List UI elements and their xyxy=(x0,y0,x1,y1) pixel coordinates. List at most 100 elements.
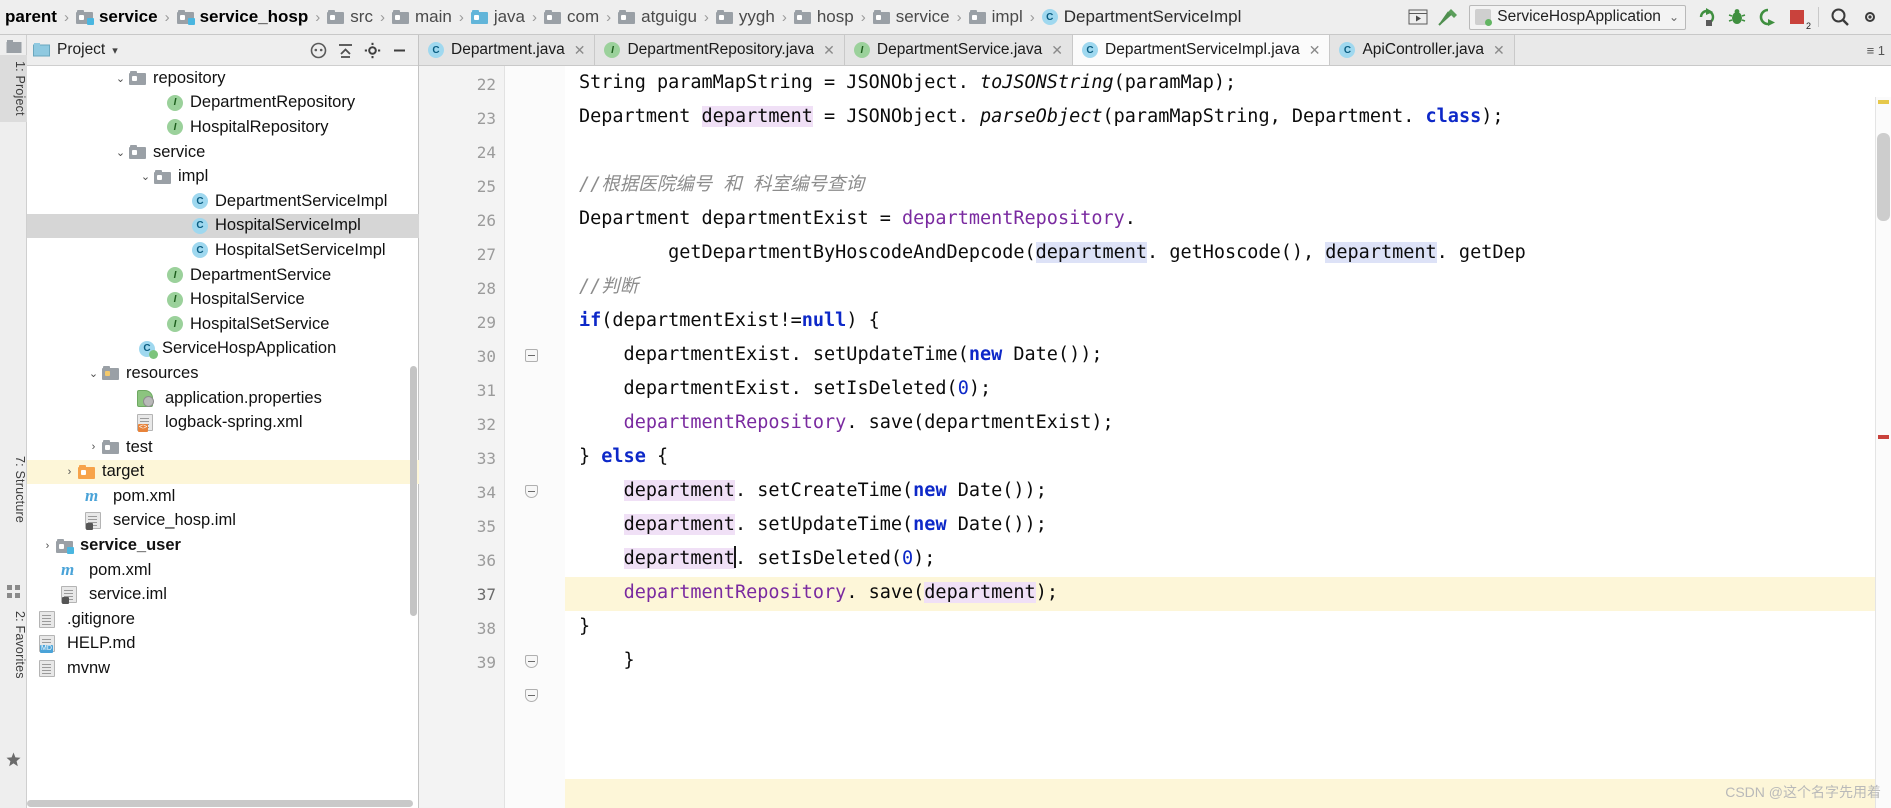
tree-node-repository[interactable]: ⌄ repository xyxy=(27,66,419,91)
tree-node-help-md[interactable]: MD HELP.md xyxy=(27,632,419,657)
structure-grid-icon[interactable] xyxy=(0,580,27,604)
tree-node-service[interactable]: ⌄ service xyxy=(27,140,419,165)
code-line-27[interactable]: getDepartmentByHoscodeAndDepcode(departm… xyxy=(565,236,1891,270)
code-text[interactable]: String paramMapString = JSONObject. toJS… xyxy=(565,66,1891,808)
project-tree-scrollbar[interactable] xyxy=(409,66,418,808)
editor-tab-overflow[interactable]: ≡ 1 xyxy=(1861,35,1891,65)
tree-node-logback-spring-xml[interactable]: <> logback-spring.xml xyxy=(27,410,419,435)
warning-marker[interactable] xyxy=(1878,100,1889,104)
favorites-star-icon[interactable] xyxy=(0,747,27,772)
tree-node-test[interactable]: › test xyxy=(27,435,419,460)
code-line-31[interactable]: departmentExist. setIsDeleted(0); xyxy=(565,372,1891,406)
tree-node-departmentserviceimpl[interactable]: C DepartmentServiceImpl xyxy=(27,189,419,214)
chevron-down-icon[interactable]: ⌄ xyxy=(112,146,129,159)
code-line-36[interactable]: department. setIsDeleted(0); xyxy=(565,542,1891,576)
editor-tab-departmentserviceimpl-java[interactable]: C DepartmentServiceImpl.java ✕ xyxy=(1073,35,1331,65)
editor-tab-department-java[interactable]: C Department.java ✕ xyxy=(419,35,596,65)
tree-node-pom-xml-hosp[interactable]: m pom.xml xyxy=(27,484,419,509)
breadcrumb-item-service2[interactable]: service xyxy=(870,0,953,35)
tree-node-hospitalrepository[interactable]: I HospitalRepository xyxy=(27,115,419,140)
chevron-down-icon[interactable]: ⌄ xyxy=(112,72,129,85)
breadcrumb-item-service-hosp[interactable]: service_hosp xyxy=(174,0,312,35)
search-everywhere-icon[interactable] xyxy=(1825,2,1855,32)
code-line-33[interactable]: } else { xyxy=(565,440,1891,474)
tree-node-hospitalsetserviceimpl[interactable]: C HospitalSetServiceImpl xyxy=(27,238,419,263)
tree-node-servicehospapplication[interactable]: C ServiceHospApplication xyxy=(27,337,419,362)
breadcrumb-item-hosp[interactable]: hosp xyxy=(791,0,857,35)
tool-window-favorites[interactable]: 2: Favorites xyxy=(0,605,27,685)
tree-node-gitignore[interactable]: .gitignore xyxy=(27,607,419,632)
code-line-32[interactable]: departmentRepository. save(departmentExi… xyxy=(565,406,1891,440)
attach-process-icon[interactable] xyxy=(1752,2,1782,32)
select-run-configuration-icon[interactable] xyxy=(1403,2,1433,32)
editor-marker-scrollbar[interactable] xyxy=(1875,97,1891,808)
fold-collapse-icon[interactable] xyxy=(525,689,538,702)
chevron-right-icon[interactable]: › xyxy=(39,540,56,552)
breadcrumb-item-yygh[interactable]: yygh xyxy=(713,0,778,35)
project-tree-hscrollbar[interactable] xyxy=(27,799,419,808)
code-line-26[interactable]: Department departmentExist = departmentR… xyxy=(565,202,1891,236)
code-folding-gutter[interactable] xyxy=(505,66,565,808)
settings-gear-icon[interactable] xyxy=(364,42,381,59)
chevron-down-icon[interactable]: ▾ xyxy=(112,44,118,57)
breadcrumb-item-atguigu[interactable]: atguigu xyxy=(615,0,700,35)
tool-window-structure[interactable]: 7: Structure xyxy=(0,450,27,529)
close-icon[interactable]: ✕ xyxy=(574,42,586,59)
select-opened-file-icon[interactable] xyxy=(310,42,327,59)
chevron-down-icon[interactable]: ⌄ xyxy=(85,367,102,380)
project-tree[interactable]: ⌄ repository I DepartmentRepository I Ho… xyxy=(27,66,419,808)
scrollbar-thumb[interactable] xyxy=(410,366,417,616)
error-marker[interactable] xyxy=(1878,435,1889,439)
settings-gear-icon[interactable] xyxy=(1855,2,1885,32)
scrollbar-thumb[interactable] xyxy=(27,800,413,807)
editor-tab-departmentservice-java[interactable]: I DepartmentService.java ✕ xyxy=(844,35,1074,65)
stop-icon[interactable]: 2 xyxy=(1782,2,1812,32)
code-line-25[interactable]: //根据医院编号 和 科室编号查询 xyxy=(565,168,1891,202)
rerun-icon[interactable] xyxy=(1692,2,1722,32)
code-line-28[interactable]: //判断 xyxy=(565,270,1891,304)
breadcrumb-item-service[interactable]: service xyxy=(73,0,161,35)
tree-node-hospitalserviceimpl[interactable]: C HospitalServiceImpl xyxy=(27,213,419,239)
run-configuration-selector[interactable]: ServiceHospApplication ⌄ xyxy=(1469,4,1686,30)
scrollbar-thumb[interactable] xyxy=(1877,133,1890,221)
breadcrumb-item-com[interactable]: com xyxy=(541,0,602,35)
tree-node-mvnw[interactable]: mvnw xyxy=(27,656,419,681)
tree-node-departmentrepository[interactable]: I DepartmentRepository xyxy=(27,91,419,116)
collapse-all-icon[interactable] xyxy=(337,42,354,59)
tree-node-impl[interactable]: ⌄ impl xyxy=(27,164,419,189)
code-line-24[interactable] xyxy=(565,134,1891,168)
breadcrumb-item-impl[interactable]: impl xyxy=(966,0,1026,35)
code-line-23[interactable]: Department department = JSONObject. pars… xyxy=(565,100,1891,134)
tool-window-project[interactable]: 1: Project xyxy=(0,55,27,122)
close-icon[interactable]: ✕ xyxy=(1309,42,1321,59)
editor-tab-apicontroller-java[interactable]: C ApiController.java ✕ xyxy=(1330,35,1515,65)
tree-node-service-iml[interactable]: service.iml xyxy=(27,582,419,607)
fold-collapse-icon[interactable] xyxy=(525,485,538,498)
breadcrumb-item-java[interactable]: java xyxy=(468,0,528,35)
tree-node-pom-xml-root[interactable]: m pom.xml xyxy=(27,558,419,583)
code-line-22[interactable]: String paramMapString = JSONObject. toJS… xyxy=(565,66,1891,100)
tree-node-service-hosp-iml[interactable]: service_hosp.iml xyxy=(27,509,419,534)
tree-node-application-properties[interactable]: application.properties xyxy=(27,386,419,411)
chevron-right-icon[interactable]: › xyxy=(85,441,102,453)
debug-bug-icon[interactable] xyxy=(1722,2,1752,32)
chevron-right-icon[interactable]: › xyxy=(61,466,78,478)
close-icon[interactable]: ✕ xyxy=(1493,42,1505,59)
code-line-29[interactable]: if(departmentExist!=null) { xyxy=(565,304,1891,338)
tree-node-hospitalsetservice[interactable]: I HospitalSetService xyxy=(27,312,419,337)
code-line-34[interactable]: department. setCreateTime(new Date()); xyxy=(565,474,1891,508)
code-line-39[interactable]: } xyxy=(565,644,1891,678)
code-line-30[interactable]: departmentExist. setUpdateTime(new Date(… xyxy=(565,338,1891,372)
tree-node-departmentservice[interactable]: I DepartmentService xyxy=(27,263,419,288)
code-line-35[interactable]: department. setUpdateTime(new Date()); xyxy=(565,508,1891,542)
fold-collapse-icon[interactable] xyxy=(525,349,538,362)
tree-node-hospitalservice[interactable]: I HospitalService xyxy=(27,287,419,312)
tree-node-resources[interactable]: ⌄ resources xyxy=(27,361,419,386)
chevron-down-icon[interactable]: ⌄ xyxy=(137,170,154,183)
fold-collapse-icon[interactable] xyxy=(525,655,538,668)
hide-panel-icon[interactable] xyxy=(391,42,408,59)
build-hammer-icon[interactable] xyxy=(1433,2,1463,32)
close-icon[interactable]: ✕ xyxy=(1051,42,1063,59)
line-number-gutter[interactable]: 22 23 24 25 26 27 28 29 30 31 32 33 34 3… xyxy=(419,66,505,808)
code-line-38[interactable]: } xyxy=(565,610,1891,644)
